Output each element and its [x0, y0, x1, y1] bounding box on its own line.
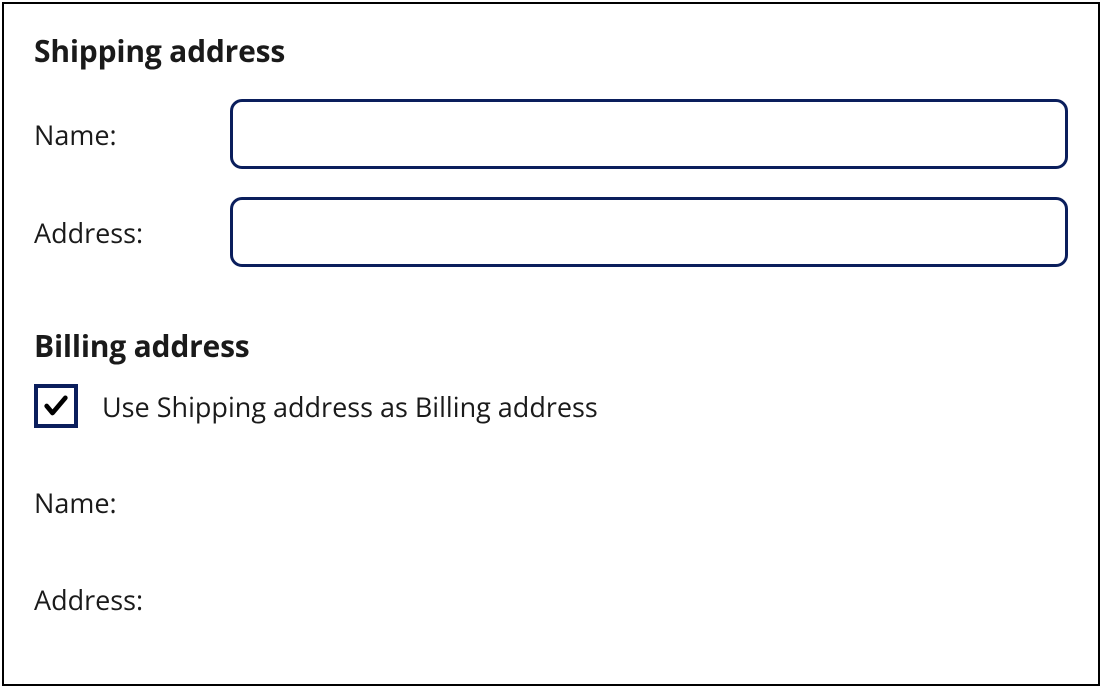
billing-name-label: Name:: [34, 484, 117, 521]
shipping-address-row: Address:: [34, 197, 1068, 267]
shipping-address-input[interactable]: [230, 197, 1068, 267]
shipping-name-label: Name:: [34, 116, 230, 153]
use-shipping-checkbox-row: Use Shipping address as Billing address: [34, 384, 1068, 428]
billing-address-row: Address:: [34, 581, 1068, 618]
shipping-address-label: Address:: [34, 214, 230, 251]
address-form-container: Shipping address Name: Address: Billing …: [2, 2, 1100, 686]
billing-address-label: Address:: [34, 581, 143, 618]
billing-name-row: Name:: [34, 484, 1068, 521]
use-shipping-checkbox[interactable]: [34, 384, 78, 428]
billing-heading: Billing address: [34, 325, 1068, 366]
use-shipping-checkbox-label: Use Shipping address as Billing address: [102, 388, 598, 425]
shipping-heading: Shipping address: [34, 30, 1068, 71]
shipping-name-row: Name:: [34, 99, 1068, 169]
shipping-name-input[interactable]: [230, 99, 1068, 169]
checkmark-icon: [42, 392, 70, 420]
